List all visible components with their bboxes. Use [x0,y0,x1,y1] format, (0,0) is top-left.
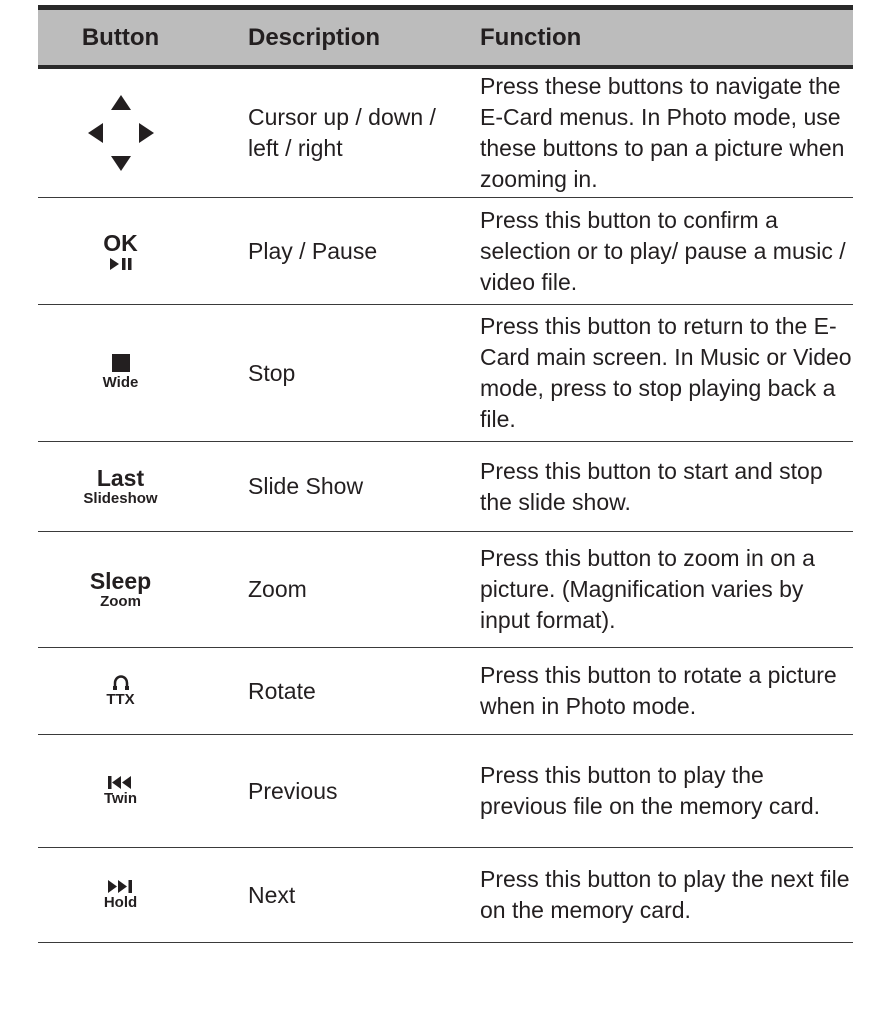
row-function: Press these buttons to navigate the E-Ca… [480,73,845,192]
play-pause-icon [109,258,131,270]
row-function: Press this button to play the next file … [480,866,850,923]
stop-icon [111,354,130,372]
row-function: Press this button to play the previous f… [480,762,821,819]
button-cell: OK [38,198,203,304]
button-cell: Hold [38,848,203,942]
button-sublabel: Hold [103,893,138,911]
table-row: Cursor up / down / left / right Press th… [38,69,853,198]
button-cell: Wide [38,305,203,441]
button-cell: TTX [38,648,203,734]
button-sublabel: TTX [106,690,135,708]
table-row: Last Slideshow Slide Show Press this but… [38,442,853,532]
button-cell [38,69,203,197]
button-label: Sleep [89,567,152,594]
button-cell: Sleep Zoom [38,532,203,647]
cursor-arrows-icon [87,95,154,171]
button-sublabel: Zoom [100,592,141,610]
table-header: Button Description Function [38,5,853,69]
row-function: Press this button to zoom in on a pictur… [480,545,815,633]
table-row: Twin Previous Press this button to play … [38,735,853,848]
button-sublabel: Slideshow [83,489,158,507]
table-row: Wide Stop Press this button to return to… [38,305,853,442]
row-description: Next [248,881,296,908]
table-row: TTX Rotate Press this button to rotate a… [38,648,853,735]
table-row: Hold Next Press this button to play the … [38,848,853,943]
row-function: Press this button to confirm a selection… [480,206,846,295]
button-cell: Twin [38,735,203,847]
header-button: Button [81,23,160,51]
header-description: Description [248,23,381,51]
row-description: Zoom [248,576,307,602]
table-row: Sleep Zoom Zoom Press this button to zoo… [38,532,853,648]
button-sublabel: Wide [102,374,139,391]
row-function: Press this button to rotate a picture wh… [480,662,837,719]
button-cell: Last Slideshow [38,442,203,531]
row-description: Cursor up / down / left / right [248,104,436,161]
button-function-table: Button Description Function Cursor up / … [38,5,853,943]
next-icon [107,879,132,893]
button-label: OK [103,230,138,256]
button-sublabel: Twin [103,789,138,807]
row-description: Stop [248,359,296,386]
row-description: Rotate [248,677,316,704]
row-function: Press this button to return to the E-Car… [480,313,852,432]
header-function: Function [480,23,582,51]
row-description: Slide Show [248,473,364,499]
row-description: Previous [248,777,338,804]
table-row: OK Play / Pause Press this button to con… [38,198,853,305]
row-description: Play / Pause [248,237,378,264]
rotate-icon [112,674,129,690]
previous-icon [107,775,131,789]
button-label: Last [96,464,145,491]
row-function: Press this button to start and stop the … [480,457,823,515]
